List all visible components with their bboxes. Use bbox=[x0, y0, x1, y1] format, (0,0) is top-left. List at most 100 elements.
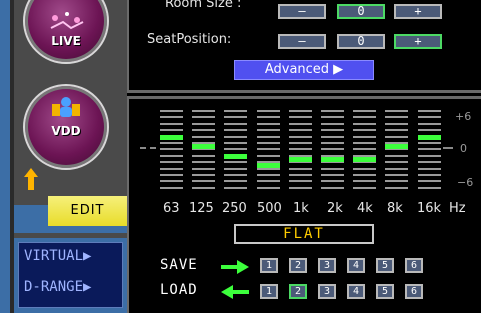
eq-tick bbox=[224, 186, 248, 189]
eq-tick bbox=[417, 129, 441, 132]
eq-tick bbox=[385, 154, 409, 157]
up-arrow-icon bbox=[24, 168, 38, 190]
eq-band-4k[interactable] bbox=[353, 110, 377, 190]
eq-tick bbox=[353, 174, 377, 176]
eq-band-125[interactable] bbox=[192, 110, 216, 190]
eq-band-1k[interactable] bbox=[288, 110, 312, 190]
eq-tick bbox=[288, 122, 312, 125]
equalizer-sliders bbox=[160, 110, 450, 190]
eq-tick bbox=[288, 186, 312, 189]
eq-tick bbox=[288, 148, 312, 151]
eq-tick bbox=[256, 186, 280, 189]
eq-tick bbox=[385, 174, 409, 176]
eq-tick bbox=[256, 116, 280, 119]
eq-band-500[interactable] bbox=[256, 110, 280, 190]
seat-position-zero-button[interactable]: 0 bbox=[337, 34, 385, 49]
eq-tick bbox=[385, 122, 409, 125]
eq-tick bbox=[417, 116, 441, 119]
eq-tick bbox=[224, 174, 248, 176]
seat-position-plus-button[interactable]: + bbox=[394, 34, 442, 49]
eq-tick bbox=[417, 148, 441, 151]
eq-scale-plus6: +6 bbox=[455, 110, 472, 123]
eq-tick bbox=[353, 110, 377, 112]
save-slot-3-button[interactable]: 3 bbox=[318, 258, 336, 273]
eq-tick bbox=[417, 167, 441, 170]
eq-knob-1k[interactable] bbox=[288, 156, 312, 162]
eq-tick bbox=[160, 142, 183, 144]
vdd-person-icon bbox=[52, 97, 80, 117]
eq-knob-500[interactable] bbox=[256, 163, 280, 169]
eq-tick bbox=[192, 116, 216, 119]
eq-tick bbox=[417, 154, 441, 157]
eq-knob-125[interactable] bbox=[192, 144, 216, 150]
freq-label-125: 125 bbox=[189, 201, 214, 216]
eq-tick bbox=[192, 135, 216, 138]
eq-tick bbox=[160, 161, 183, 164]
save-slot-2-button[interactable]: 2 bbox=[289, 258, 307, 273]
eq-scale-zero: 0 bbox=[460, 142, 467, 155]
eq-tick bbox=[417, 142, 441, 144]
load-slot-6-button[interactable]: 6 bbox=[405, 284, 423, 299]
eq-scale-minus6: −6 bbox=[457, 176, 474, 189]
save-label: SAVE bbox=[160, 257, 198, 273]
eq-tick bbox=[353, 135, 377, 138]
eq-tick bbox=[385, 129, 409, 132]
eq-tick bbox=[224, 180, 248, 183]
eq-band-63[interactable] bbox=[160, 110, 183, 190]
eq-band-16k[interactable] bbox=[417, 110, 441, 190]
seat-position-minus-button[interactable]: — bbox=[278, 34, 326, 49]
save-slot-6-button[interactable]: 6 bbox=[405, 258, 423, 273]
virtual-link[interactable]: VIRTUAL▶ bbox=[24, 248, 91, 264]
load-slot-2-button[interactable]: 2 bbox=[289, 284, 307, 299]
eq-knob-63[interactable] bbox=[160, 135, 183, 140]
eq-tick bbox=[321, 186, 344, 189]
eq-tick bbox=[192, 186, 216, 189]
eq-tick bbox=[192, 110, 216, 112]
eq-knob-8k[interactable] bbox=[385, 144, 409, 150]
load-label: LOAD bbox=[160, 282, 198, 298]
advanced-button[interactable]: Advanced ▶ bbox=[234, 60, 374, 80]
eq-tick bbox=[160, 186, 183, 189]
eq-tick bbox=[160, 174, 183, 176]
freq-label-63: 63 bbox=[163, 201, 180, 216]
eq-tick bbox=[417, 122, 441, 125]
load-slot-3-button[interactable]: 3 bbox=[318, 284, 336, 299]
save-slot-4-button[interactable]: 4 bbox=[347, 258, 365, 273]
freq-label-4k: 4k bbox=[357, 201, 373, 216]
eq-knob-250[interactable] bbox=[224, 153, 248, 159]
load-slot-4-button[interactable]: 4 bbox=[347, 284, 365, 299]
eq-tick bbox=[256, 154, 280, 157]
eq-knob-4k[interactable] bbox=[353, 156, 377, 162]
eq-tick bbox=[353, 142, 377, 144]
vdd-button-label: VDD bbox=[51, 124, 81, 138]
eq-tick bbox=[417, 180, 441, 183]
room-size-plus-button[interactable]: + bbox=[394, 4, 442, 19]
eq-knob-16k[interactable] bbox=[417, 135, 441, 140]
eq-band-250[interactable] bbox=[224, 110, 248, 190]
eq-tick bbox=[321, 148, 344, 151]
room-size-label: Room Size : bbox=[165, 0, 242, 11]
edit-button[interactable]: EDIT bbox=[48, 196, 127, 226]
eq-tick bbox=[417, 174, 441, 176]
freq-label-2k: 2k bbox=[327, 201, 343, 216]
eq-band-2k[interactable] bbox=[321, 110, 344, 190]
eq-knob-2k[interactable] bbox=[321, 156, 344, 162]
eq-band-8k[interactable] bbox=[385, 110, 409, 190]
vdd-mode-button[interactable]: VDD bbox=[23, 84, 109, 170]
freq-label-500: 500 bbox=[257, 201, 282, 216]
eq-tick bbox=[321, 142, 344, 144]
live-icon bbox=[50, 12, 84, 30]
eq-tick bbox=[288, 110, 312, 112]
eq-tick bbox=[160, 122, 183, 125]
eq-tick bbox=[385, 110, 409, 112]
d-range-link[interactable]: D-RANGE▶ bbox=[24, 279, 91, 295]
room-size-zero-button[interactable]: 0 bbox=[337, 4, 385, 19]
eq-tick bbox=[224, 148, 248, 151]
load-slot-5-button[interactable]: 5 bbox=[376, 284, 394, 299]
load-slot-1-button[interactable]: 1 bbox=[260, 284, 278, 299]
eq-tick bbox=[353, 148, 377, 151]
save-slot-5-button[interactable]: 5 bbox=[376, 258, 394, 273]
save-slot-1-button[interactable]: 1 bbox=[260, 258, 278, 273]
eq-tick bbox=[321, 174, 344, 176]
room-size-minus-button[interactable]: — bbox=[278, 4, 326, 19]
